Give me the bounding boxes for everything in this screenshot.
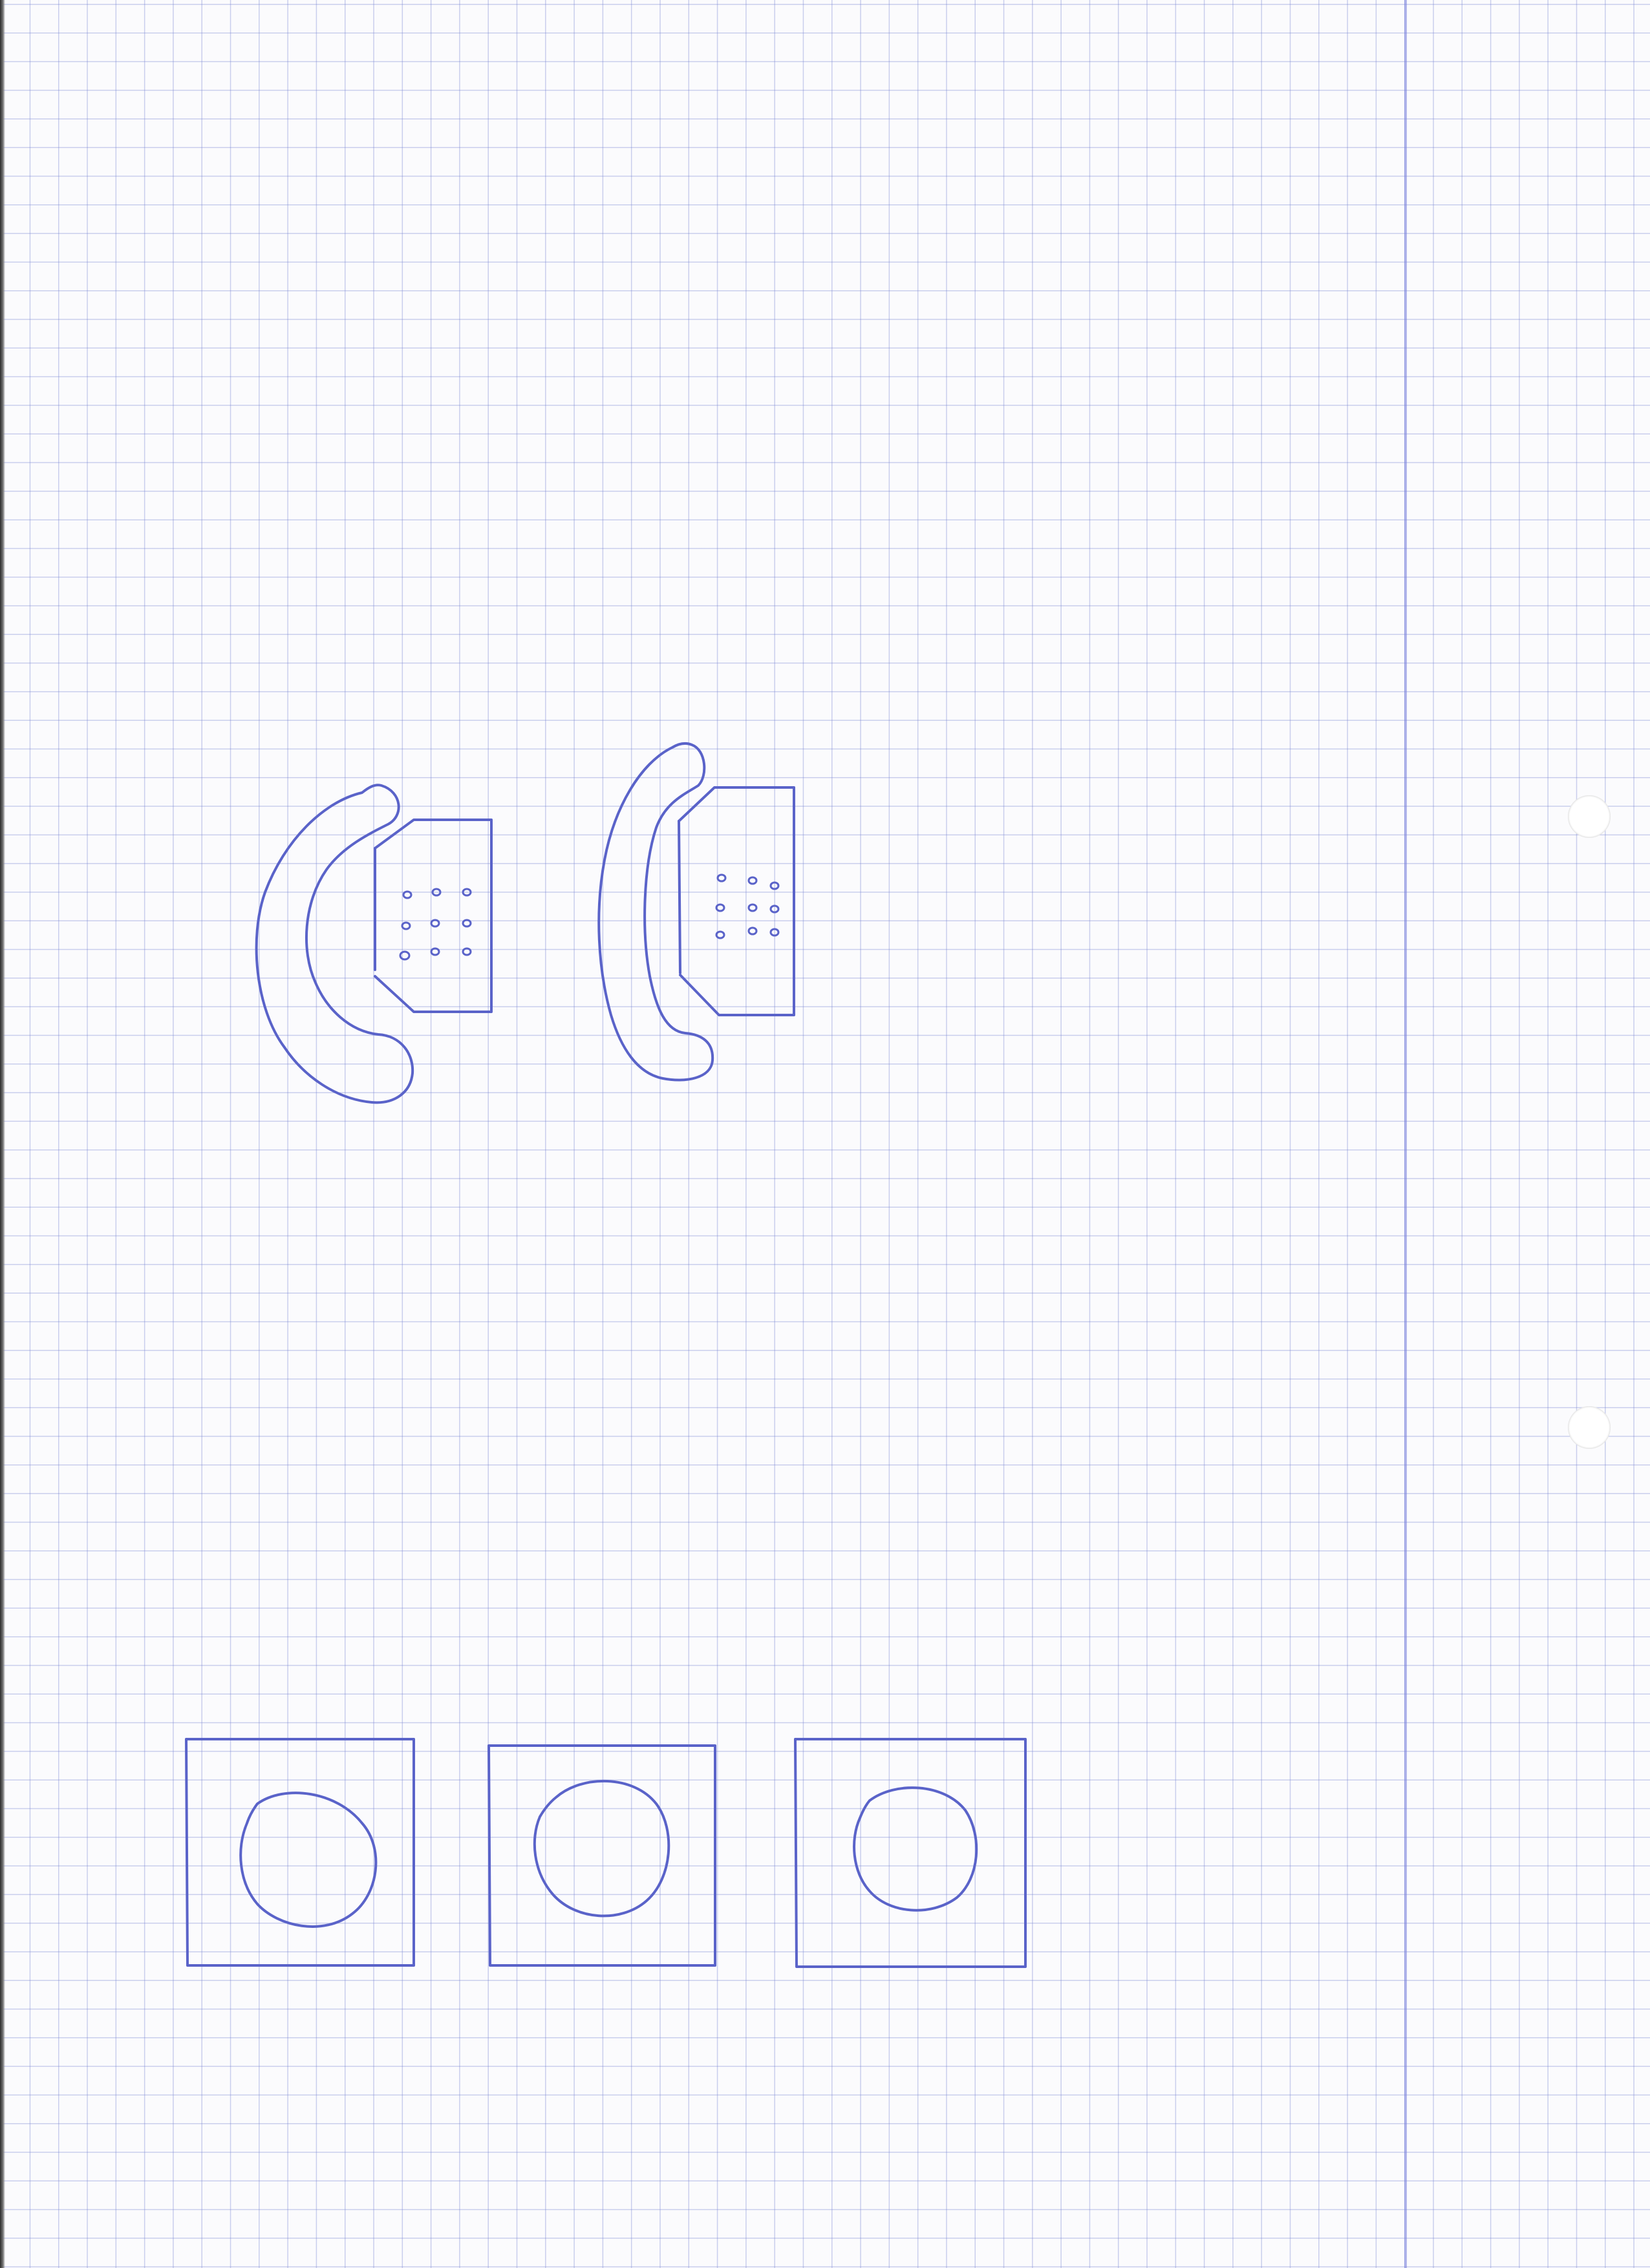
telephone-1-base xyxy=(374,818,493,1013)
keypad-dot xyxy=(402,890,412,899)
keypad-dot xyxy=(715,930,725,939)
keypad-dot xyxy=(462,888,472,897)
telephone-1-keypad xyxy=(399,888,472,961)
telephone-2-handset xyxy=(597,742,714,1082)
round-button-3-icon xyxy=(794,1738,1027,1968)
keypad-dot xyxy=(715,903,725,912)
round-button-2-circle xyxy=(533,1780,670,1918)
keypad-dot xyxy=(430,919,440,928)
round-button-3-frame xyxy=(794,1738,1027,1968)
keypad-dot xyxy=(716,873,727,883)
keypad-dot xyxy=(769,881,780,890)
keypad-dot xyxy=(401,921,411,930)
keypad-dot xyxy=(769,904,780,914)
round-button-2-frame xyxy=(488,1744,716,1967)
keypad-dot xyxy=(747,903,758,912)
sketch-layer xyxy=(185,742,1027,1968)
round-button-1-circle xyxy=(239,1792,378,1928)
telephone-2-icon xyxy=(597,742,795,1082)
keypad-dot xyxy=(462,947,472,956)
round-button-2-icon xyxy=(488,1744,716,1967)
keypad-dot xyxy=(399,950,411,961)
round-button-1-frame xyxy=(185,1738,415,1967)
telephone-1-handset xyxy=(255,784,414,1104)
round-button-3-circle xyxy=(853,1786,978,1912)
telephone-1-icon xyxy=(255,784,493,1104)
keypad-dot xyxy=(747,876,758,885)
keypad-dot xyxy=(462,919,472,928)
keypad-dot xyxy=(430,947,440,956)
telephone-2-base xyxy=(678,786,795,1016)
round-button-1-icon xyxy=(185,1738,415,1967)
keypad-dot xyxy=(769,928,780,937)
keypad-dot xyxy=(431,888,442,897)
telephone-2-keypad xyxy=(715,873,780,939)
keypad-dot xyxy=(747,926,758,936)
